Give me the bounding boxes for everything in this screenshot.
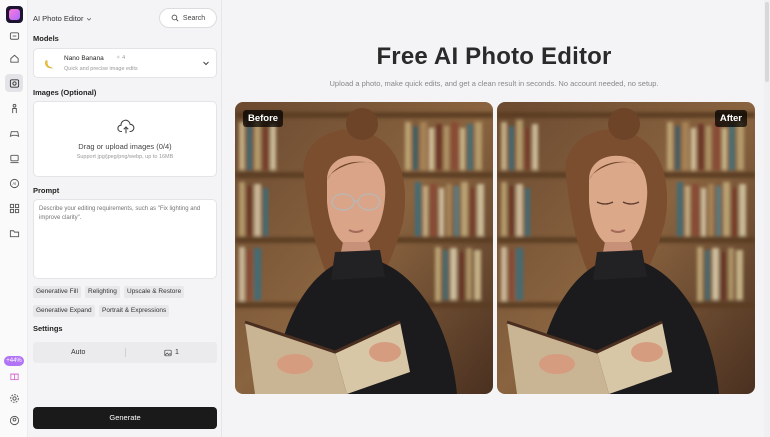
- model-name: Nano Banana: [64, 55, 104, 62]
- discount-badge[interactable]: +44%: [4, 356, 24, 366]
- banana-icon: [42, 57, 55, 70]
- image-upload-dropzone[interactable]: Drag or upload images (0/4) Support jpg/…: [33, 101, 217, 177]
- image-count-value: 1: [175, 349, 179, 356]
- prompt-label: Prompt: [33, 186, 60, 195]
- chip-upscale-restore[interactable]: Upscale & Restore: [124, 286, 185, 298]
- before-label: Before: [243, 110, 284, 127]
- chat-icon[interactable]: [5, 27, 23, 45]
- chip-portrait-expressions[interactable]: Portrait & Expressions: [99, 305, 170, 317]
- before-image: Before: [235, 102, 493, 394]
- generate-button[interactable]: Generate: [33, 407, 217, 429]
- search-icon: [171, 14, 179, 22]
- chevron-down-icon: [87, 17, 92, 21]
- apps-icon[interactable]: [5, 199, 23, 217]
- page-subtitle: Upload a photo, make quick edits, and ge…: [329, 79, 659, 88]
- after-image: After: [497, 102, 755, 394]
- icon-rail: AI +44%: [0, 0, 28, 437]
- aspect-ratio-value: Auto: [71, 349, 86, 356]
- scrollbar-thumb[interactable]: [765, 2, 769, 82]
- home-icon[interactable]: [5, 49, 23, 67]
- page-title: Free AI Photo Editor: [376, 43, 612, 70]
- image-count-select[interactable]: 1: [164, 342, 179, 363]
- gift-icon[interactable]: [5, 366, 23, 384]
- app-title: AI Photo Editor: [33, 14, 84, 23]
- after-label: After: [714, 110, 747, 127]
- aspect-ratio-select[interactable]: Auto: [71, 342, 85, 363]
- main-content: Free AI Photo Editor Upload a photo, mak…: [222, 0, 770, 437]
- figure-icon[interactable]: [5, 99, 23, 117]
- app-title-dropdown[interactable]: AI Photo Editor: [33, 14, 92, 23]
- stamp-icon[interactable]: [5, 149, 23, 167]
- settings-divider: [125, 348, 126, 357]
- folder-icon[interactable]: [5, 224, 23, 242]
- user-icon[interactable]: [5, 411, 23, 429]
- photo-editor-icon[interactable]: [5, 74, 23, 92]
- chevron-down-icon: [203, 61, 209, 66]
- models-label: Models: [33, 34, 59, 43]
- settings-bar: Auto 1: [33, 342, 217, 363]
- model-cost: ✧ 4: [116, 55, 126, 61]
- prompt-input[interactable]: [33, 199, 217, 279]
- games-icon[interactable]: [5, 124, 23, 142]
- svg-text:AI: AI: [12, 181, 16, 186]
- upload-hint: Support jpg/jpeg/png/webp, up to 16MB: [76, 154, 174, 160]
- chip-generative-expand[interactable]: Generative Expand: [33, 305, 95, 317]
- app-logo[interactable]: [6, 6, 23, 23]
- search-button[interactable]: Search: [159, 8, 217, 28]
- model-description: Quick and precise image edits: [64, 66, 138, 72]
- model-select[interactable]: Nano Banana ✧ 4 Quick and precise image …: [33, 48, 217, 78]
- ai-icon[interactable]: AI: [5, 174, 23, 192]
- settings-label: Settings: [33, 324, 63, 333]
- settings-icon[interactable]: [5, 389, 23, 407]
- chip-relighting[interactable]: Relighting: [85, 286, 120, 298]
- editor-panel: AI Photo Editor Search Models Nano Banan…: [28, 0, 222, 437]
- images-label: Images (Optional): [33, 88, 97, 97]
- cloud-upload-icon: [117, 119, 135, 134]
- upload-title: Drag or upload images (0/4): [78, 142, 172, 151]
- page-scrollbar[interactable]: [764, 0, 770, 437]
- app-window: AI +44% AI Photo Editor Search Models Na…: [0, 0, 770, 437]
- search-label: Search: [182, 14, 206, 22]
- image-count-icon: [164, 349, 172, 356]
- chip-generative-fill[interactable]: Generative Fill: [33, 286, 81, 298]
